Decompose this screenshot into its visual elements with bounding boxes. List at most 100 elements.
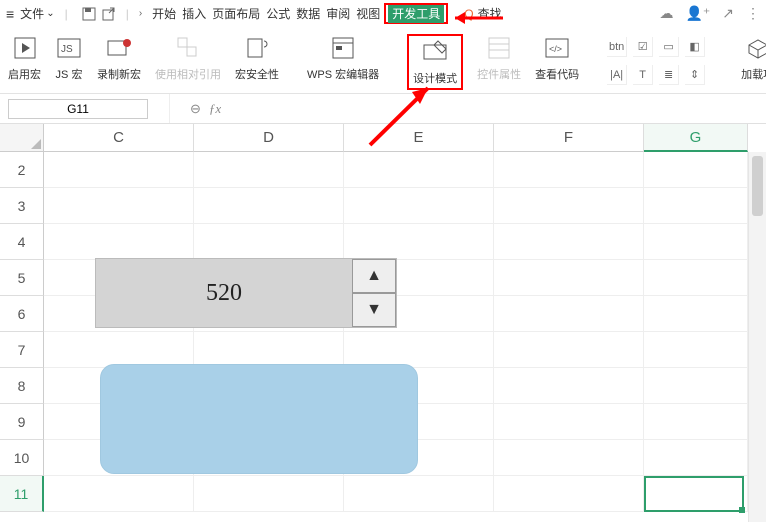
ctrl-text-icon[interactable]: |A| [607, 65, 627, 85]
cell[interactable] [494, 440, 644, 476]
ribbon-js-macro[interactable]: JS JS 宏 [55, 34, 83, 82]
cell[interactable] [494, 224, 644, 260]
cell[interactable] [644, 224, 748, 260]
ctrl-button-icon[interactable]: btn [607, 37, 627, 57]
col-header-g[interactable]: G [644, 124, 748, 152]
cell[interactable] [344, 476, 494, 512]
cell[interactable] [194, 332, 344, 368]
row-header[interactable]: 8 [0, 368, 44, 404]
row-header[interactable]: 7 [0, 332, 44, 368]
editor-icon [329, 34, 357, 62]
row-header[interactable]: 3 [0, 188, 44, 224]
row-header[interactable]: 4 [0, 224, 44, 260]
cell[interactable] [44, 152, 194, 188]
cell[interactable] [44, 224, 194, 260]
ribbon-label: 设计模式 [413, 70, 457, 86]
ribbon-record-macro[interactable]: 录制新宏 [97, 34, 141, 82]
cell[interactable] [194, 188, 344, 224]
ribbon-control-gallery[interactable]: btn ☑ ▭ ◧ |A| T ≣ ⇕ [607, 37, 705, 85]
ctrl-checkbox-icon[interactable]: ☑ [633, 37, 653, 57]
cell[interactable] [494, 332, 644, 368]
cell[interactable] [644, 404, 748, 440]
ctrl-scroll-icon[interactable]: ⇕ [685, 65, 705, 85]
ctrl-spin-icon[interactable]: ◧ [685, 37, 705, 57]
search-area[interactable]: Q 查找 [464, 5, 501, 22]
cell[interactable] [494, 152, 644, 188]
export-icon[interactable] [102, 7, 116, 21]
cell[interactable] [194, 224, 344, 260]
ctrl-label-icon[interactable]: T [633, 65, 653, 85]
cell[interactable] [344, 152, 494, 188]
cell[interactable] [494, 260, 644, 296]
col-header-c[interactable]: C [44, 124, 194, 152]
spinner-control[interactable]: 520 ▲ ▼ [95, 258, 397, 328]
cloud-icon[interactable]: ☁ [659, 5, 673, 22]
cancel-icon[interactable]: ⊖ [190, 101, 201, 117]
cell[interactable] [644, 260, 748, 296]
tab-layout[interactable]: 页面布局 [210, 3, 262, 24]
name-box[interactable] [8, 99, 148, 119]
cell[interactable] [344, 188, 494, 224]
tab-review[interactable]: 审阅 [324, 3, 352, 24]
file-menu[interactable]: 文件 ⌄ [20, 5, 54, 22]
tab-formula[interactable]: 公式 [264, 3, 292, 24]
blue-rounded-shape[interactable] [100, 364, 418, 474]
vertical-scrollbar[interactable] [748, 152, 766, 522]
col-header-e[interactable]: E [344, 124, 494, 152]
chevron-right-icon[interactable]: › [139, 8, 142, 19]
user-add-icon[interactable]: 👤⁺ [685, 5, 710, 22]
ribbon-design-mode[interactable]: 设计模式 [413, 38, 457, 86]
cell[interactable] [344, 332, 494, 368]
cell[interactable] [644, 188, 748, 224]
row-header[interactable]: 10 [0, 440, 44, 476]
row-header[interactable]: 2 [0, 152, 44, 188]
row-header[interactable]: 9 [0, 404, 44, 440]
share-icon[interactable]: ↗ [722, 5, 734, 22]
tab-start[interactable]: 开始 [150, 3, 178, 24]
cell[interactable] [644, 332, 748, 368]
tab-developer[interactable]: 开发工具 [388, 5, 444, 23]
ribbon-view-code[interactable]: </> 查看代码 [535, 34, 579, 82]
spinner-down-button[interactable]: ▼ [352, 293, 396, 327]
cell[interactable] [494, 476, 644, 512]
hamburger-icon[interactable]: ≡ [6, 6, 14, 22]
col-header-d[interactable]: D [194, 124, 344, 152]
tab-insert[interactable]: 插入 [180, 3, 208, 24]
spinner-display: 520 [96, 259, 352, 327]
cell[interactable] [494, 188, 644, 224]
more-icon[interactable]: ⋮ [746, 5, 760, 22]
cell[interactable] [194, 152, 344, 188]
cell[interactable] [494, 404, 644, 440]
scrollbar-thumb[interactable] [752, 156, 763, 216]
tab-data[interactable]: 数据 [294, 3, 322, 24]
row-header[interactable]: 11 [0, 476, 44, 512]
cell[interactable] [644, 152, 748, 188]
cell[interactable] [44, 332, 194, 368]
spinner-up-button[interactable]: ▲ [352, 259, 396, 293]
row-header[interactable]: 6 [0, 296, 44, 332]
cell[interactable] [494, 296, 644, 332]
tab-view[interactable]: 视图 [354, 3, 382, 24]
formula-input[interactable] [229, 99, 629, 119]
ctrl-combo-icon[interactable]: ▭ [659, 37, 679, 57]
cell[interactable] [644, 296, 748, 332]
cell[interactable] [644, 440, 748, 476]
cell[interactable] [194, 476, 344, 512]
cell[interactable] [494, 368, 644, 404]
select-all-corner[interactable] [0, 124, 44, 152]
cell[interactable] [44, 476, 194, 512]
row-header[interactable]: 5 [0, 260, 44, 296]
cell[interactable] [44, 188, 194, 224]
active-cell[interactable] [644, 476, 744, 512]
ribbon-addins[interactable]: 加载项 [741, 34, 766, 82]
col-header-f[interactable]: F [494, 124, 644, 152]
cell[interactable] [344, 224, 494, 260]
ribbon-wps-editor[interactable]: WPS 宏编辑器 [307, 34, 379, 82]
menu-bar: ≡ 文件 ⌄ | | › 开始 插入 页面布局 公式 数据 审阅 视图 开发工具… [0, 0, 766, 28]
ribbon-macro-security[interactable]: 宏安全性 [235, 34, 279, 82]
save-icon[interactable] [82, 7, 96, 21]
ribbon-enable-macro[interactable]: 启用宏 [8, 34, 41, 82]
cell[interactable] [644, 368, 748, 404]
fx-icon[interactable]: ƒx [209, 101, 221, 117]
ctrl-list-icon[interactable]: ≣ [659, 65, 679, 85]
